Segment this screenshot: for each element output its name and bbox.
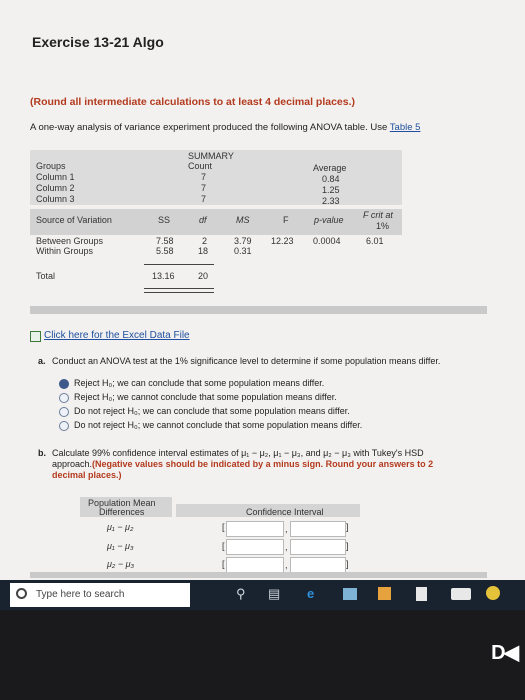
intro-text: A one-way analysis of variance experimen… — [30, 122, 420, 133]
between-df: 2 — [202, 236, 208, 246]
total-df: 20 — [198, 271, 209, 281]
ci-row3-open: [ — [222, 559, 225, 569]
between-ms: 3.79 — [234, 236, 252, 246]
excel-file-icon — [30, 331, 41, 342]
ci-row2-upper-input[interactable] — [290, 539, 346, 555]
total-rule-2 — [144, 292, 214, 293]
option-a1-radio[interactable] — [59, 379, 69, 389]
rounding-instruction: (Round all intermediate calculations to … — [30, 96, 356, 108]
summary-group-3: Column 3 — [36, 194, 75, 204]
option-a3-label[interactable]: Do not reject H₀; we can conclude that s… — [74, 406, 350, 416]
between-pvalue: 0.0004 — [313, 236, 341, 246]
summary-count-1: 7 — [201, 172, 207, 182]
ci-row1-open: [ — [222, 522, 225, 532]
ci-interval-header: Confidence Interval — [246, 507, 324, 517]
summary-average-2: 1.25 — [322, 185, 340, 195]
ci-row2-sep: , — [285, 542, 288, 552]
ci-row1-label: μ₁ − μ₂ — [107, 522, 134, 532]
total-rule-1 — [144, 288, 214, 289]
page-title: Exercise 13-21 Algo — [32, 34, 164, 50]
summary-average-3: 2.33 — [322, 196, 340, 206]
ci-diff-header-2: Differences — [99, 507, 145, 517]
store-icon[interactable] — [378, 587, 391, 600]
df-header: df — [199, 215, 207, 225]
pvalue-header: p-value — [314, 215, 344, 225]
ci-row2-close: ] — [346, 541, 349, 551]
taskbar-search-box[interactable]: Type here to search — [10, 583, 190, 607]
table5-link[interactable]: Table 5 — [390, 122, 421, 133]
between-fcrit: 6.01 — [366, 236, 384, 246]
ci-row3-lower-input[interactable] — [226, 557, 284, 573]
total-ss: 13.16 — [152, 271, 175, 281]
bottom-scroll-band — [30, 572, 487, 578]
ci-row2-lower-input[interactable] — [226, 539, 284, 555]
ci-row1-upper-input[interactable] — [290, 521, 346, 537]
option-a2-label[interactable]: Reject H₀; we cannot conclude that some … — [74, 392, 337, 402]
between-groups-label: Between Groups — [36, 236, 104, 246]
within-ms: 0.31 — [234, 246, 252, 256]
option-a4-label[interactable]: Do not reject H₀; we cannot conclude tha… — [74, 420, 362, 430]
ss-header: SS — [158, 215, 171, 225]
part-a-label: a. — [38, 356, 46, 366]
ci-row3-label: μ₂ − μ₃ — [107, 559, 135, 569]
file-explorer-icon[interactable] — [343, 588, 357, 600]
source-header: Source of Variation — [36, 215, 112, 225]
option-a3-radio[interactable] — [59, 407, 69, 417]
summary-group-1: Column 1 — [36, 172, 75, 182]
part-a-question: Conduct an ANOVA test at the 1% signific… — [52, 356, 441, 366]
cortana-circle-icon — [16, 588, 27, 599]
intro-sentence: A one-way analysis of variance experimen… — [30, 122, 388, 133]
summary-group-2: Column 2 — [36, 183, 75, 193]
ms-header: MS — [236, 215, 250, 225]
taskbar-search-placeholder: Type here to search — [36, 589, 125, 600]
ci-row1-lower-input[interactable] — [226, 521, 284, 537]
groups-header: Groups — [36, 161, 66, 171]
ci-row1-sep: , — [285, 524, 288, 534]
summary-average-1: 0.84 — [322, 174, 340, 184]
fcrit-header-level: 1% — [376, 221, 390, 231]
part-b-label: b. — [38, 448, 46, 458]
exercise-page: Exercise 13-21 Algo (Round all intermedi… — [0, 0, 525, 580]
part-b-line2: approach.(Negative values should be indi… — [52, 459, 433, 469]
ci-row3-sep: , — [285, 560, 288, 570]
total-rule-top — [144, 264, 214, 265]
ci-row1-close: ] — [346, 522, 349, 532]
within-groups-label: Within Groups — [36, 246, 94, 256]
option-a1-label[interactable]: Reject H₀; we can conclude that some pop… — [74, 378, 324, 388]
option-a2-radio[interactable] — [59, 393, 69, 403]
total-label: Total — [36, 271, 56, 281]
summary-header: SUMMARY — [188, 151, 234, 161]
within-df: 18 — [198, 246, 209, 256]
edge-browser-icon[interactable]: e — [307, 586, 314, 601]
excel-data-link[interactable]: Click here for the Excel Data File — [44, 330, 190, 341]
part-b-line1: Calculate 99% confidence interval estima… — [52, 448, 424, 458]
between-ss: 7.58 — [156, 236, 174, 246]
summary-count-3: 7 — [201, 194, 207, 204]
ci-row2-open: [ — [222, 541, 225, 551]
section-divider — [30, 306, 487, 314]
between-f: 12.23 — [271, 236, 294, 246]
ci-row3-upper-input[interactable] — [290, 557, 346, 573]
part-b-approach: approach. — [52, 459, 93, 469]
tray-app-icon[interactable] — [486, 586, 500, 600]
task-view-icon[interactable]: ▤ — [268, 586, 280, 602]
option-a4-radio[interactable] — [59, 421, 69, 431]
summary-count-2: 7 — [201, 183, 207, 193]
ci-row3-close: ] — [346, 559, 349, 569]
within-ss: 5.58 — [156, 246, 174, 256]
part-b-instruction: (Negative values should be indicated by … — [92, 459, 434, 469]
mail-app-icon[interactable] — [451, 588, 471, 600]
document-app-icon[interactable] — [416, 587, 427, 601]
laptop-brand-logo: D◀ — [491, 642, 519, 664]
fcrit-header: F crit at — [363, 210, 393, 220]
part-b-instruction-cont: decimal places.) — [52, 470, 122, 480]
average-header: Average — [313, 163, 347, 173]
f-header: F — [283, 215, 289, 225]
count-header: Count — [188, 161, 213, 171]
ci-row2-label: μ₁ − μ₃ — [107, 541, 134, 551]
microphone-icon[interactable]: ⚲ — [236, 586, 246, 602]
